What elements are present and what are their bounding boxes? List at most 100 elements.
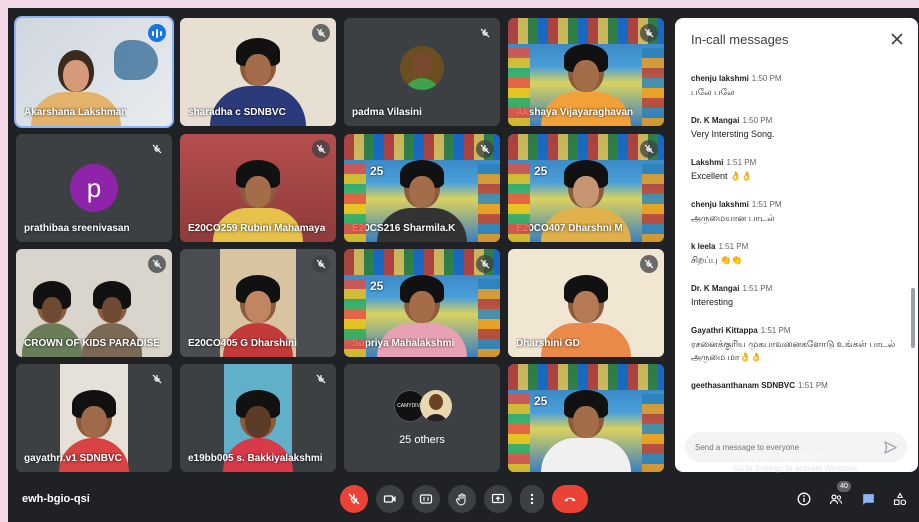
participant-tile[interactable]: e19bb005 s. Bakkiyalakshmi [180, 364, 336, 472]
mic-off-icon [640, 24, 658, 42]
participant-avatar [400, 46, 444, 90]
message-sender: k leela [691, 242, 716, 251]
participant-name: E20CO405 G Dharshini [188, 338, 297, 349]
more-options-button[interactable] [520, 485, 544, 513]
captions-icon [419, 494, 433, 504]
message-text: Interesting [691, 297, 734, 307]
participant-tile[interactable]: gayathri.v1 SDNBVC [16, 364, 172, 472]
message-text: பலே பலே [691, 87, 735, 97]
participant-tile[interactable]: Dharshini GD [508, 249, 664, 357]
camera-toggle-button[interactable] [376, 485, 404, 513]
watermark-subtitle: Go to Settings to activate Windows. [733, 464, 860, 473]
participant-tile[interactable]: 25 E20CS216 Sharmila.K [344, 134, 500, 242]
chat-message: geethasanthanam SDNBVC 1:51 PM [691, 381, 901, 390]
hand-icon [456, 493, 466, 506]
participant-name: padma Vilasini [352, 107, 422, 118]
message-time: 1:51 PM [726, 158, 757, 167]
participant-tile[interactable]: E20CO405 G Dharshini [180, 249, 336, 357]
participant-name: E20CS216 Sharmila.K [352, 223, 456, 234]
message-sender: Dr. K Mangai [691, 284, 740, 293]
mic-off-icon [312, 255, 330, 273]
mic-off-icon [348, 493, 360, 505]
participant-name: Dharshini GD [516, 338, 580, 349]
participant-video [508, 364, 664, 472]
captions-button[interactable] [412, 485, 440, 513]
chat-icon [862, 493, 874, 505]
message-sender: chenju lakshmi [691, 200, 749, 209]
chat-button[interactable] [858, 489, 878, 509]
mic-off-icon [312, 140, 330, 158]
message-sender: Dr. K Mangai [691, 116, 740, 125]
participant-name: E20CO259 Rubini Mahamaya [188, 223, 326, 234]
participant-name: sharadha c SDNBVC [188, 107, 286, 118]
mic-off-icon [148, 255, 166, 273]
others-tile[interactable]: CAMYDIVA 25 others [344, 364, 500, 472]
mic-off-icon [312, 370, 330, 388]
meeting-code: ewh-bgio-qsi [22, 493, 90, 505]
message-sender: Lakshmi [691, 158, 724, 167]
others-avatars: CAMYDIVA [394, 390, 454, 424]
send-icon[interactable] [881, 438, 899, 456]
message-time: 1:51 PM [742, 284, 773, 293]
mic-off-icon [148, 140, 166, 158]
people-button[interactable] [826, 489, 846, 509]
participant-tile[interactable]: 25 E20CO407 Dharshni M [508, 134, 664, 242]
participant-name: E20CO407 Dharshni M [516, 223, 623, 234]
participant-name: e19bb005 s. Bakkiyalakshmi [188, 453, 323, 464]
chat-message: k leela 1:51 PM சிறப்பு 👏👏 [691, 242, 901, 267]
chat-message: Dr. K Mangai 1:51 PM Interesting [691, 284, 901, 309]
message-time: 1:51 PM [718, 242, 749, 251]
others-count: 25 others [399, 434, 445, 446]
participant-tile[interactable]: Akarshana Lakshman [14, 16, 174, 128]
message-sender: Gayathri Kittappa [691, 326, 758, 335]
watermark-title: Activate Windows [733, 448, 828, 462]
activities-icon [893, 492, 907, 506]
mic-off-icon [476, 140, 494, 158]
mic-off-icon [640, 140, 658, 158]
message-time: 1:50 PM [751, 74, 782, 83]
mic-off-icon [312, 24, 330, 42]
participant-name: CROWN OF KIDS PARADISE [24, 338, 160, 349]
participant-name: prathibaa sreenivasan [24, 223, 130, 234]
chat-panel-title: In-call messages [691, 32, 789, 47]
message-text: Excellent 👌👌 [691, 171, 753, 181]
message-sender: geethasanthanam SDNBVC [691, 381, 796, 390]
message-time: 1:51 PM [751, 200, 782, 209]
meeting-details-button[interactable] [794, 489, 814, 509]
chat-scrollbar[interactable] [911, 288, 915, 348]
participant-tile[interactable]: padma Vilasini [344, 18, 500, 126]
participant-tile[interactable]: E20CO259 Rubini Mahamaya [180, 134, 336, 242]
participant-tile[interactable]: 25 [508, 364, 664, 472]
activate-windows-watermark: Activate Windows Go to Settings to activ… [733, 448, 859, 473]
speaking-indicator-icon [148, 24, 166, 42]
mic-off-icon [476, 255, 494, 273]
chat-message: Gayathri Kittappa 1:51 PM ரசனைக்குரிய முகப… [691, 326, 901, 364]
chat-message: chenju lakshmi 1:51 PM அருமையான பாடல் [691, 200, 901, 225]
participant-name: gayathri.v1 SDNBVC [24, 453, 122, 464]
participant-tile[interactable]: sharadha c SDNBVC [180, 18, 336, 126]
participant-tile[interactable]: CROWN OF KIDS PARADISE [16, 249, 172, 357]
participant-name: Akshaya Vijayaraghavan [516, 107, 634, 118]
message-text: அருமையான பாடல் [691, 213, 775, 223]
activities-button[interactable] [890, 489, 910, 509]
close-icon[interactable] [888, 30, 906, 48]
message-text: Very Intersting Song. [691, 129, 775, 139]
message-time: 1:51 PM [760, 326, 791, 335]
participant-tile[interactable]: 25 Supriya Mahalakshmi [344, 249, 500, 357]
participant-name: Supriya Mahalakshmi [352, 338, 455, 349]
mic-off-icon [640, 255, 658, 273]
more-vert-icon [530, 493, 534, 505]
participant-tile[interactable]: p prathibaa sreenivasan [16, 134, 172, 242]
raise-hand-button[interactable] [448, 485, 476, 513]
mic-toggle-button[interactable] [340, 485, 368, 513]
others-avatar [420, 390, 452, 422]
message-time: 1:50 PM [742, 116, 773, 125]
end-call-button[interactable] [552, 485, 588, 513]
mic-off-icon [476, 24, 494, 42]
participant-avatar: p [70, 164, 118, 212]
present-screen-button[interactable] [484, 485, 512, 513]
message-time: 1:51 PM [798, 381, 828, 390]
participant-tile[interactable]: Akshaya Vijayaraghavan [508, 18, 664, 126]
message-sender: chenju lakshmi [691, 74, 749, 83]
chat-message: Dr. K Mangai 1:50 PM Very Intersting Song. [691, 116, 901, 141]
